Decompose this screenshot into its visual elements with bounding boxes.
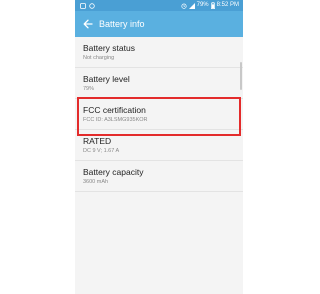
item-value: DC 9 V; 1.67 A (83, 148, 120, 154)
list-item-battery-status: Battery status Not charging (75, 37, 243, 68)
item-title: RATED (83, 136, 112, 146)
page-title: Battery info (99, 19, 145, 29)
item-title: Battery status (83, 43, 135, 53)
phone-screen: 79% 8:52 PM Battery info Battery status … (75, 0, 243, 294)
status-indicators: 79% 8:52 PM (181, 0, 239, 11)
back-button[interactable] (81, 17, 95, 31)
arrow-left-icon (83, 19, 93, 29)
status-notifications (80, 0, 95, 11)
list-item-battery-capacity: Battery capacity 3600 mAh (75, 161, 243, 192)
app-notification-icon (80, 2, 86, 9)
item-value: Not charging (83, 55, 115, 61)
signal-icon (188, 2, 195, 9)
clock-time: 8:52 PM (216, 2, 239, 8)
status-bar: 79% 8:52 PM (75, 0, 243, 11)
item-value: 79% (83, 86, 95, 92)
scrollbar[interactable] (240, 62, 242, 90)
battery-icon (210, 2, 215, 9)
battery-percent: 79% (196, 2, 209, 8)
item-title: Battery capacity (83, 167, 144, 177)
item-title: Battery level (83, 74, 130, 84)
list-item-battery-level: Battery level 79% (75, 68, 243, 99)
item-value: 3600 mAh (83, 179, 109, 185)
notification-icon (89, 2, 95, 9)
app-bar: Battery info (75, 11, 243, 37)
highlight-box (77, 97, 241, 136)
alarm-icon (181, 3, 187, 9)
